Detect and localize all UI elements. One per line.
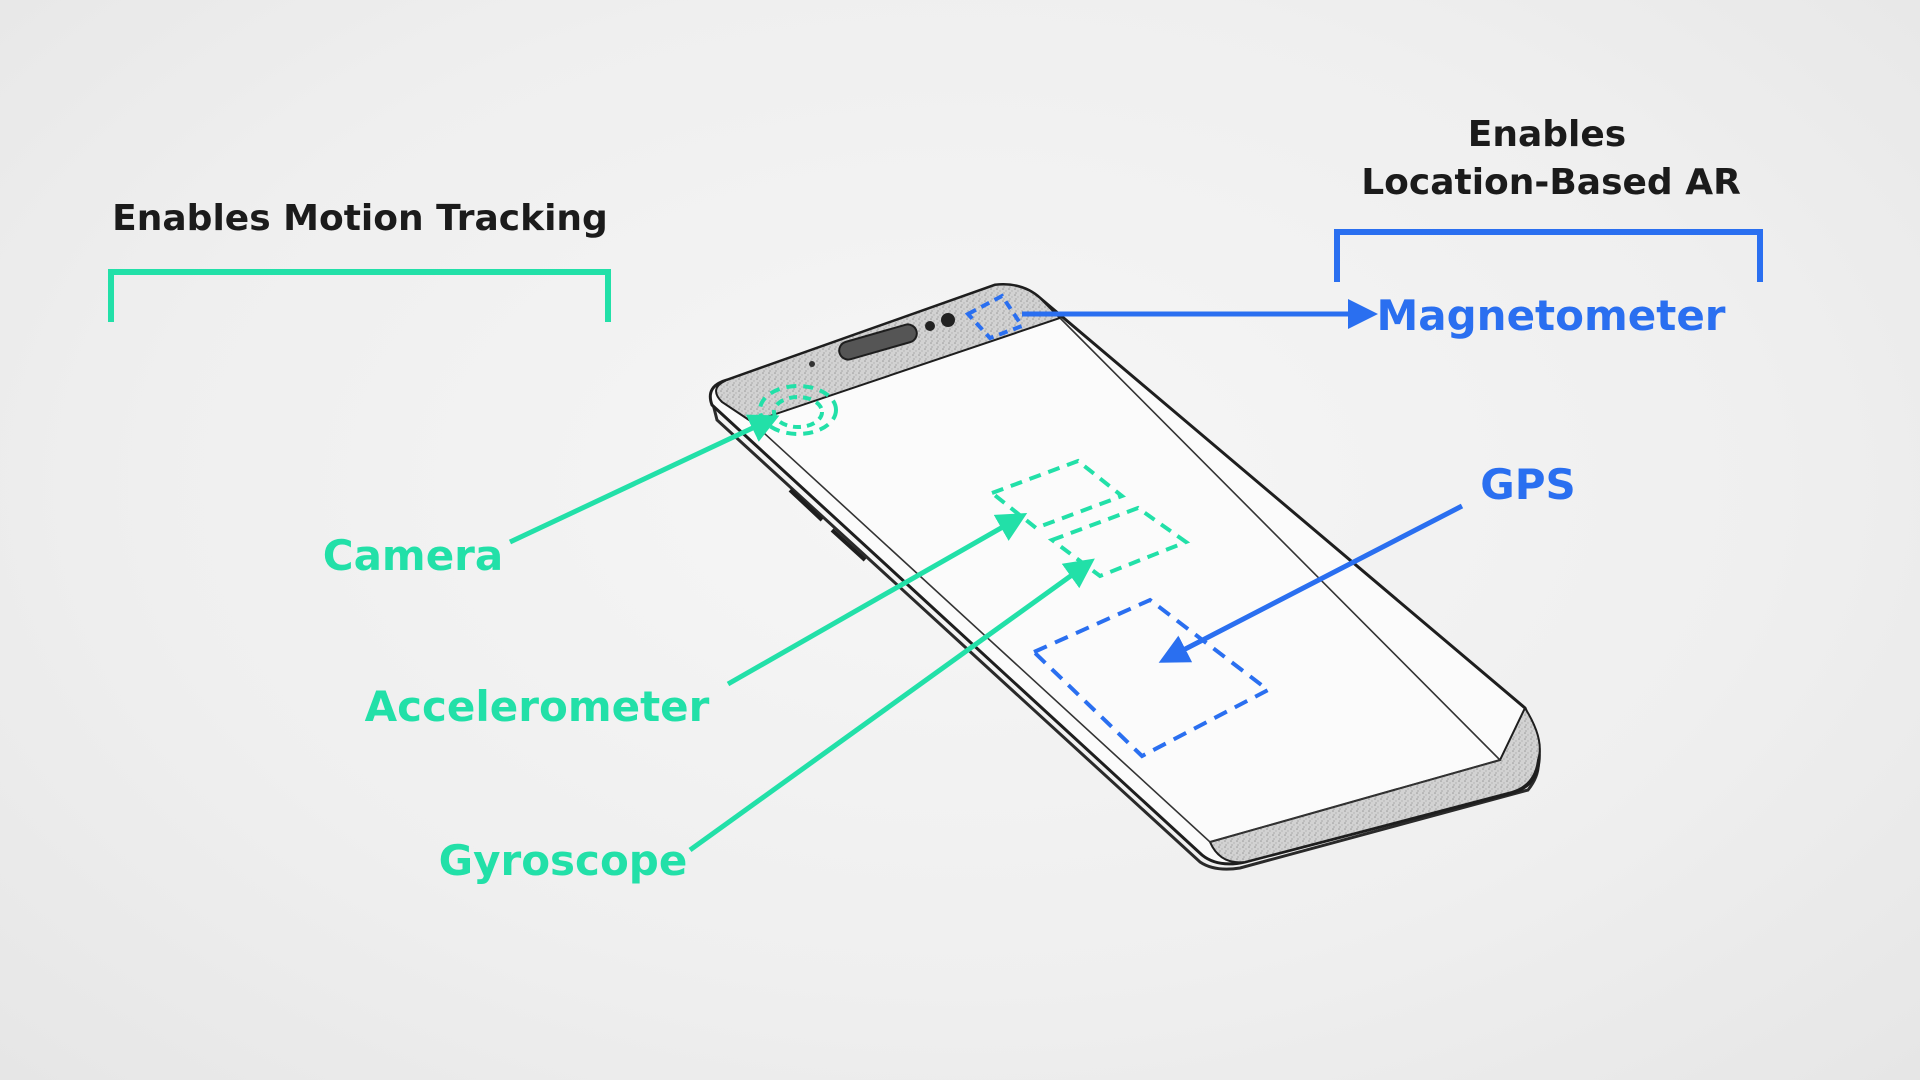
motion-tracking-bracket <box>108 269 611 322</box>
proximity-dot <box>809 361 815 367</box>
motion-tracking-title: Enables Motion Tracking <box>112 198 608 239</box>
sensor-diagram: Enables Motion Tracking Enables Location… <box>108 114 1763 885</box>
front-camera-dot <box>941 313 955 327</box>
location-ar-title-line1: Enables <box>1468 114 1626 155</box>
camera-label: Camera <box>323 531 503 580</box>
gyroscope-label: Gyroscope <box>439 836 688 885</box>
accelerometer-label: Accelerometer <box>365 682 710 731</box>
location-ar-title-line2: Location-Based AR <box>1361 162 1741 203</box>
magnetometer-label: Magnetometer <box>1376 291 1725 340</box>
camera-arrow <box>508 414 780 545</box>
phone-illustration <box>708 283 1541 871</box>
gps-label: GPS <box>1480 460 1576 509</box>
location-ar-bracket <box>1334 229 1763 282</box>
front-sensor-dot <box>925 321 935 331</box>
